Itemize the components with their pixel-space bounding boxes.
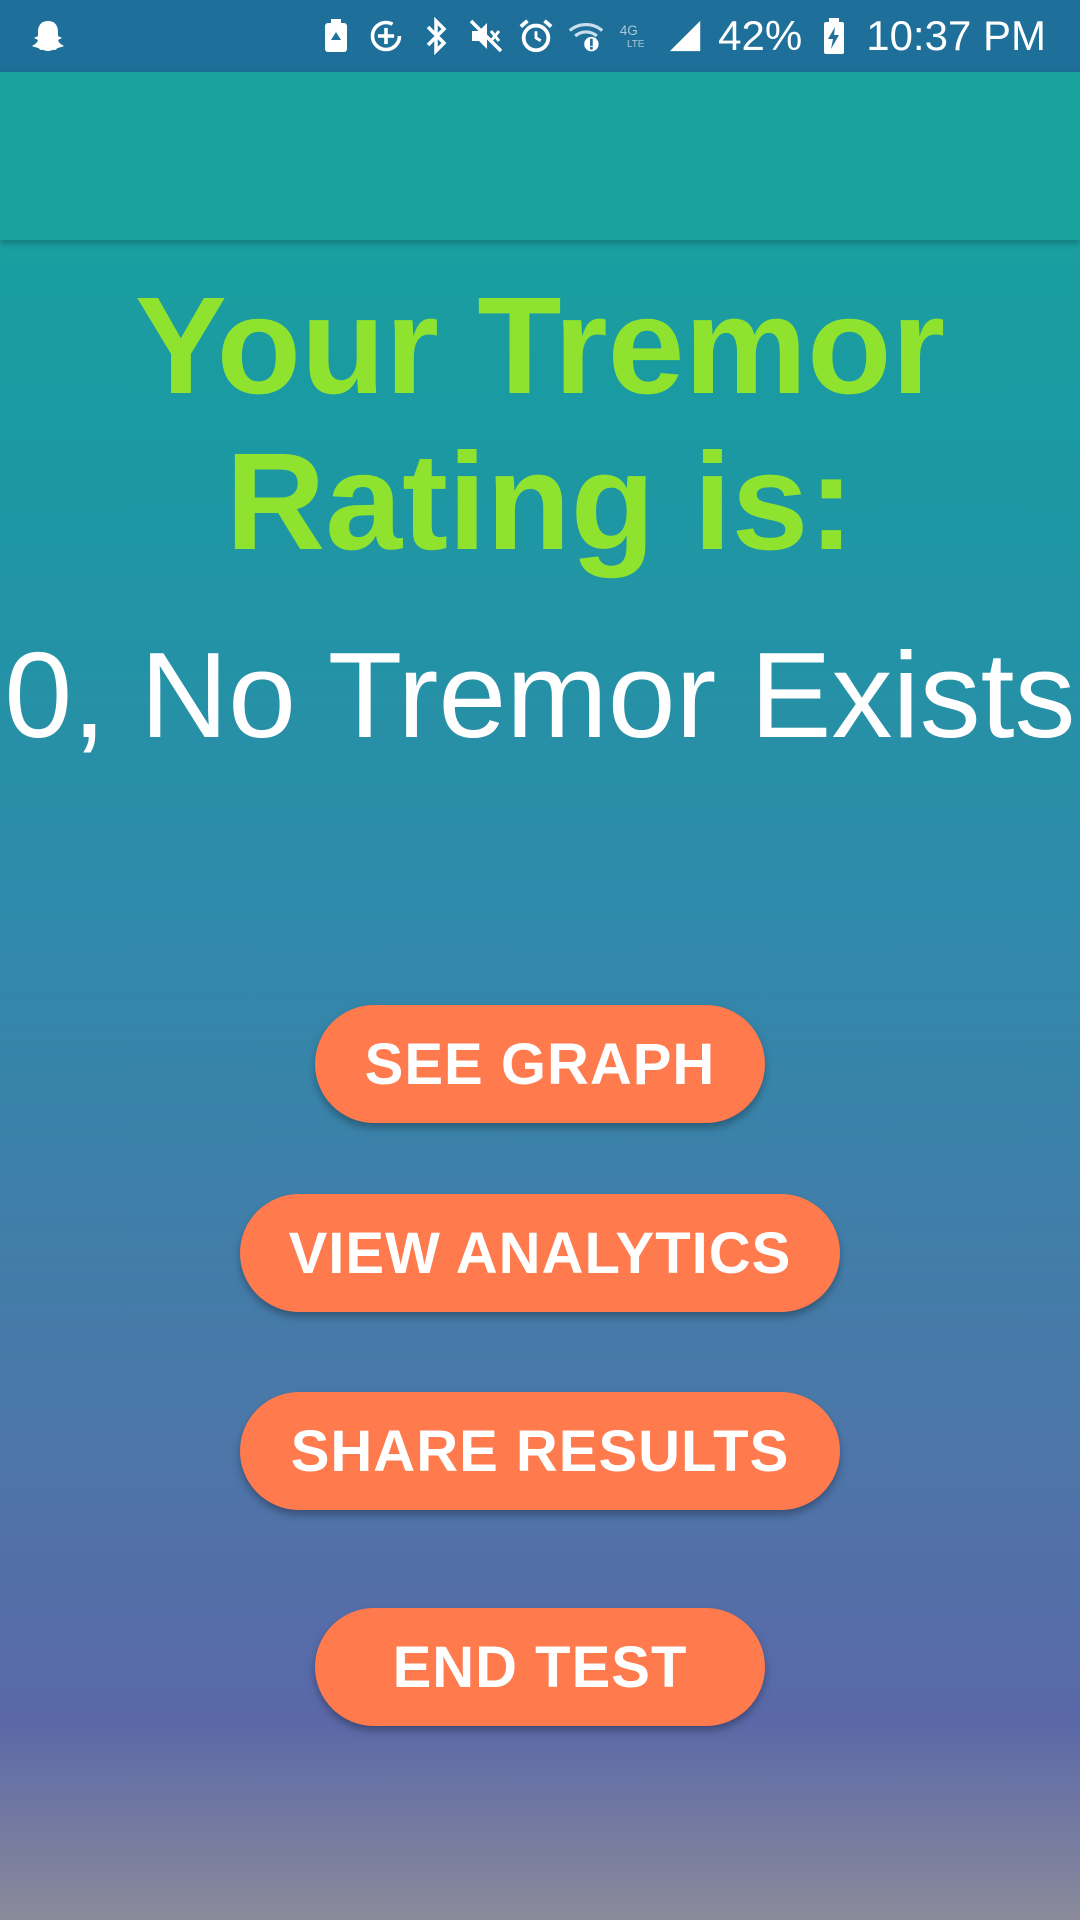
battery-charging-icon [816,18,852,54]
status-bar: 4G LTE 42% 10:37 PM [0,0,1080,72]
status-icons: 4G LTE 42% 10:37 PM [318,0,1080,72]
svg-text:4G: 4G [620,23,638,38]
battery-percent: 42% [718,12,803,59]
page-title: Your Tremor Rating is: [134,269,946,579]
data-saver-icon [368,18,404,54]
alarm-icon [518,18,554,54]
ghost-icon [30,18,66,54]
view-analytics-button[interactable]: VIEW ANALYTICS [240,1194,840,1312]
4g-lte-icon: 4G LTE [618,18,654,54]
tremor-rating: 0, No Tremor Exists [4,627,1076,763]
svg-text:LTE: LTE [627,39,645,50]
wifi-icon [568,18,604,54]
clock: 10:37 PM [866,12,1046,59]
end-test-button[interactable]: END TEST [315,1608,765,1726]
bluetooth-icon [418,17,454,55]
see-graph-button[interactable]: SEE GRAPH [315,1005,765,1123]
app-bar [0,72,1080,240]
signal-icon [668,18,704,54]
mute-icon [468,18,504,54]
share-results-button[interactable]: SHARE RESULTS [240,1392,840,1510]
battery-saver-icon [318,18,354,54]
